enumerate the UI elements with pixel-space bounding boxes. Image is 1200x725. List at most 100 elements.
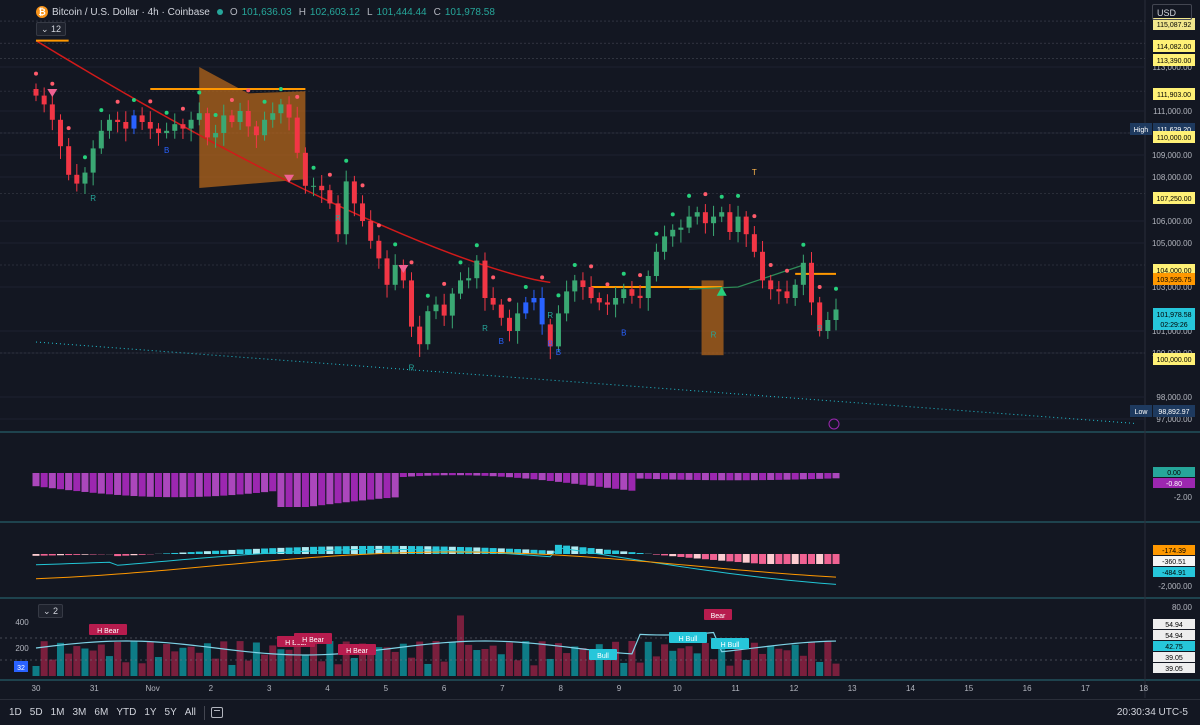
candle-body [572, 280, 577, 291]
candle-body [711, 217, 716, 224]
volume-bar [65, 654, 72, 676]
volume-bar [677, 648, 684, 676]
candle [172, 113, 177, 138]
chart-area[interactable]: 113,000.00111,000.00110,000.00109,000.00… [0, 0, 1200, 699]
macd-histogram-bar [33, 554, 40, 556]
range-1m-button[interactable]: 1M [51, 707, 65, 718]
volume-bar [351, 658, 358, 676]
macd-histogram-bar [171, 553, 178, 554]
volume-bar [694, 653, 701, 676]
macd-histogram-bar [465, 547, 472, 554]
momentum-bar [449, 473, 456, 475]
candle-body [736, 217, 741, 232]
volume-bar [669, 651, 676, 676]
candle-body [99, 131, 104, 149]
candle-body [556, 313, 561, 346]
macd-histogram-bar [800, 554, 807, 564]
currency-selector[interactable]: USD [1152, 4, 1192, 20]
candle-body [670, 230, 675, 237]
pane2-readout: 0.00 [1167, 470, 1181, 477]
range-3m-button[interactable]: 3M [73, 707, 87, 718]
candle-body [156, 129, 161, 133]
macd-histogram-bar [612, 551, 619, 554]
volume-bar [286, 650, 293, 676]
range-1y-button[interactable]: 1Y [144, 707, 156, 718]
time-axis-tick: 2 [209, 684, 214, 693]
signal-dot [263, 100, 267, 104]
candle-body [287, 104, 292, 117]
candle [385, 250, 390, 297]
momentum-bar [359, 473, 366, 500]
range-all-button[interactable]: All [185, 707, 196, 718]
signal-dot [67, 126, 71, 130]
macd-histogram-bar [473, 547, 480, 554]
momentum-bar [645, 473, 652, 479]
candle-body [719, 212, 724, 216]
bitcoin-icon: ₿ [36, 6, 48, 18]
volume-bar [457, 615, 464, 676]
range-1d-button[interactable]: 1D [9, 707, 22, 718]
macd-histogram-bar [775, 554, 782, 564]
candle [785, 281, 790, 304]
volume-bar [81, 649, 88, 676]
pane3-readout: -174.39 [1162, 548, 1186, 555]
time-axis-tick: 15 [964, 684, 973, 693]
time-axis-tick: 3 [267, 684, 272, 693]
candle [189, 112, 194, 142]
momentum-bar [743, 473, 750, 480]
candle-body [123, 122, 128, 129]
volume-bar [522, 641, 529, 676]
price-label: 100,000.00 [1156, 357, 1191, 364]
candle-body [646, 276, 651, 298]
macd-histogram-bar [833, 554, 840, 564]
market-status-icon [217, 9, 223, 15]
candle-body [34, 89, 39, 96]
momentum-bar [188, 473, 195, 497]
signal-label: R [409, 364, 415, 373]
symbol-title[interactable]: Bitcoin / U.S. Dollar · 4h · Coinbase [52, 7, 210, 18]
candle [515, 303, 520, 344]
price-axis-tick: 106,000.00 [1152, 217, 1193, 226]
candle-body [638, 296, 643, 298]
candle [50, 94, 55, 131]
candle-body [809, 263, 814, 303]
indicators-toggle-button[interactable]: ⌄ 12 [36, 22, 66, 36]
macd-histogram-bar [122, 554, 129, 556]
momentum-bar [204, 473, 211, 497]
signal-dot [34, 72, 38, 76]
utc-clock[interactable]: 20:30:34 UTC-5 [1117, 707, 1188, 718]
range-5d-button[interactable]: 5D [30, 707, 43, 718]
candle-body [409, 280, 414, 326]
signal-label: R [711, 331, 717, 340]
volume-bar [384, 647, 391, 676]
candle-body [140, 115, 145, 122]
range-5y-button[interactable]: 5Y [165, 707, 177, 718]
macd-histogram-bar [694, 554, 701, 558]
momentum-bar [367, 473, 374, 500]
time-axis-tick: 12 [789, 684, 798, 693]
candle-body [74, 175, 79, 184]
candle [401, 260, 406, 289]
price-axis-tick: 105,000.00 [1152, 239, 1193, 248]
candle-body [703, 212, 708, 223]
momentum-bar [588, 473, 595, 486]
momentum-bar [326, 473, 333, 504]
candle [589, 276, 594, 303]
candle-body [695, 212, 700, 216]
candle [540, 287, 545, 335]
time-axis-tick: 5 [384, 684, 389, 693]
momentum-bar [514, 473, 521, 478]
range-ytd-button[interactable]: YTD [116, 707, 136, 718]
momentum-bar [98, 473, 105, 494]
momentum-bar [759, 473, 766, 480]
time-axis-tick: Nov [145, 684, 159, 693]
candle-body [801, 263, 806, 285]
candle-body [499, 305, 504, 318]
calendar-icon[interactable] [211, 707, 223, 718]
range-6m-button[interactable]: 6M [94, 707, 108, 718]
momentum-bar [808, 473, 815, 479]
momentum-bar [824, 473, 831, 479]
candle [417, 316, 422, 357]
macd-histogram-bar [375, 546, 382, 554]
lower-indicators-toggle-button[interactable]: ⌄ 2 [38, 604, 63, 618]
